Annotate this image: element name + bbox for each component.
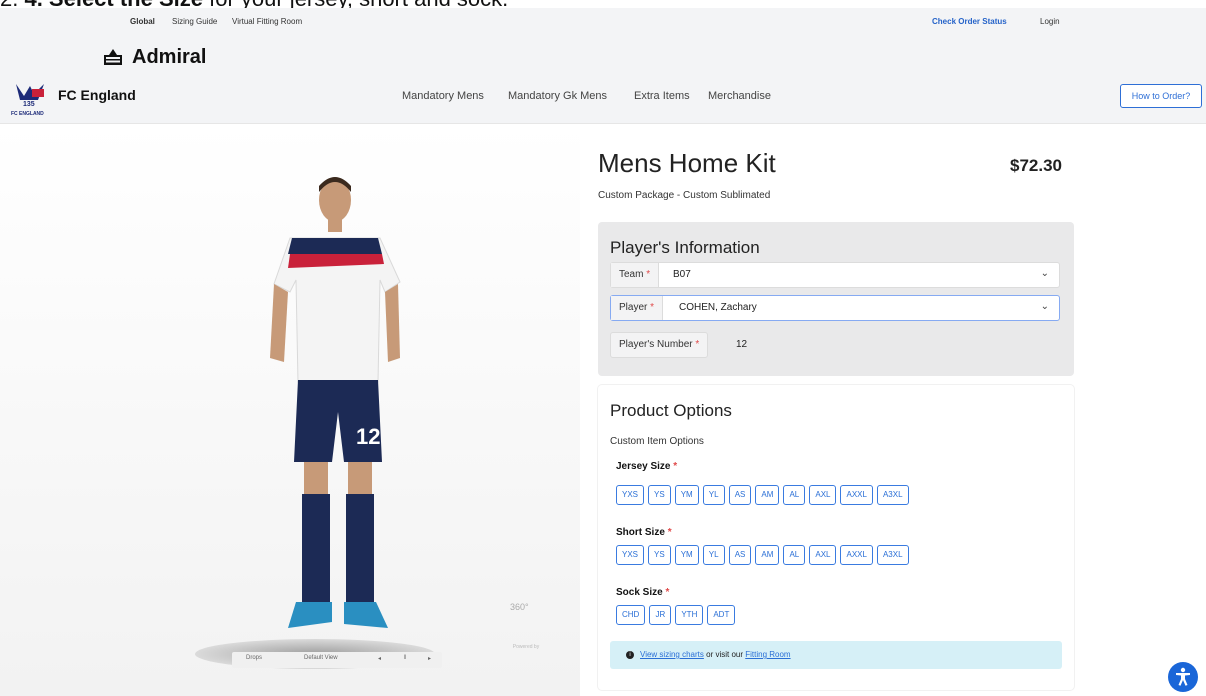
- login-link[interactable]: Login: [1040, 17, 1060, 26]
- product-price: $72.30: [1010, 156, 1062, 175]
- team-label: Team *: [611, 263, 660, 287]
- prev-icon[interactable]: ◂: [378, 655, 381, 662]
- jersey-size-ym[interactable]: YM: [674, 485, 699, 505]
- svg-text:135: 135: [23, 101, 35, 108]
- sock-size-chd[interactable]: CHD: [616, 605, 646, 625]
- jersey-size-axl[interactable]: AXL: [809, 485, 837, 505]
- alert-middle-text: or visit our: [703, 650, 746, 659]
- short-size-axxl[interactable]: AXXL: [840, 545, 873, 565]
- sock-size-yth[interactable]: YTH: [675, 605, 704, 625]
- next-icon[interactable]: ▸: [428, 655, 431, 662]
- jersey-size-a3xl[interactable]: A3XL: [876, 485, 909, 505]
- brand-row: Admiral: [0, 38, 1206, 74]
- caption-step-number: 2.: [0, 0, 24, 8]
- sock-size-options: CHD JR YTH ADT: [616, 605, 736, 625]
- jersey-size-options: YXS YS YM YL AS AM AL AXL AXXL A3XL: [616, 485, 909, 505]
- powered-by-label: Powered by: [512, 644, 540, 650]
- jersey-size-am[interactable]: AM: [755, 485, 780, 505]
- short-size-ys[interactable]: YS: [648, 545, 671, 565]
- club-crest-icon[interactable]: 135 FC ENGLAND: [10, 80, 52, 118]
- sizing-info-alert: i View sizing charts or visit our Fitting…: [610, 641, 1062, 669]
- short-size-ym[interactable]: YM: [674, 545, 699, 565]
- short-size-as[interactable]: AS: [728, 545, 752, 565]
- product-options-heading: Product Options: [610, 401, 732, 420]
- jersey-size-ys[interactable]: YS: [648, 485, 671, 505]
- product-title: Mens Home Kit: [598, 148, 776, 178]
- player-number-field: Player's Number * 12: [610, 332, 1060, 358]
- jersey-size-as[interactable]: AS: [728, 485, 752, 505]
- short-size-al[interactable]: AL: [783, 545, 806, 565]
- jersey-size-axxl[interactable]: AXXL: [840, 485, 873, 505]
- custom-item-options-label: Custom Item Options: [610, 436, 704, 447]
- admiral-logo-icon: [104, 49, 122, 65]
- team-select[interactable]: Team * B07 ⌄: [610, 262, 1060, 288]
- virtual-fitting-room-link[interactable]: Virtual Fitting Room: [232, 17, 302, 26]
- player-number-label: Player's Number *: [610, 332, 709, 358]
- product-options-panel: Product Options Custom Item Options Jers…: [598, 385, 1074, 690]
- player-value: COHEN, Zachary: [679, 302, 757, 313]
- caption-rest-text: for your jersey, short and sock.: [203, 0, 508, 8]
- product-3d-viewer[interactable]: 12 360° Powered by: [0, 124, 580, 696]
- short-size-a3xl[interactable]: A3XL: [876, 545, 909, 565]
- how-to-order-button[interactable]: How to Order?: [1120, 84, 1202, 108]
- pause-icon[interactable]: ‖: [404, 655, 406, 661]
- accessibility-button[interactable]: [1168, 662, 1198, 692]
- global-link[interactable]: Global: [130, 17, 155, 26]
- club-name[interactable]: FC England: [58, 87, 136, 103]
- team-value: B07: [673, 269, 691, 280]
- instruction-caption: 2. 4. Select the Size for your jersey, s…: [0, 0, 1206, 8]
- short-size-yxs[interactable]: YXS: [616, 545, 645, 565]
- chevron-down-icon: ⌄: [1040, 268, 1049, 279]
- jersey-size-label: Jersey Size *: [616, 461, 678, 472]
- sizing-guide-link[interactable]: Sizing Guide: [172, 17, 217, 26]
- caption-bold-text: 4. Select the Size: [24, 0, 203, 8]
- jersey-size-al[interactable]: AL: [783, 485, 806, 505]
- player-number-value: 12: [736, 339, 748, 350]
- short-size-axl[interactable]: AXL: [809, 545, 837, 565]
- chevron-down-icon: ⌄: [1040, 301, 1049, 312]
- viewer-controls: Drops Default View ◂ ‖ ▸: [232, 652, 442, 668]
- player-information-panel: Player's Information Team * B07 ⌄ Player…: [598, 222, 1074, 376]
- svg-text:FC ENGLAND: FC ENGLAND: [11, 111, 44, 117]
- drops-button[interactable]: Drops: [246, 655, 262, 661]
- player-info-heading: Player's Information: [610, 238, 760, 257]
- sock-size-adt[interactable]: ADT: [707, 605, 736, 625]
- player-model-image: 12: [270, 177, 401, 628]
- jersey-size-yxs[interactable]: YXS: [616, 485, 645, 505]
- check-order-status-link[interactable]: Check Order Status: [932, 17, 1007, 26]
- admiral-logo-text[interactable]: Admiral: [132, 46, 206, 69]
- nav-merchandise[interactable]: Merchandise: [708, 90, 771, 102]
- player-select[interactable]: Player * COHEN, Zachary ⌄: [610, 295, 1060, 321]
- fitting-room-link[interactable]: Fitting Room: [745, 650, 790, 659]
- nav-mandatory-gk-mens[interactable]: Mandatory Gk Mens: [508, 90, 607, 102]
- nav-extra-items[interactable]: Extra Items: [634, 90, 690, 102]
- view-sizing-charts-link[interactable]: View sizing charts: [640, 650, 704, 659]
- short-size-yl[interactable]: YL: [702, 545, 725, 565]
- player-label: Player *: [611, 296, 664, 320]
- short-size-options: YXS YS YM YL AS AM AL AXL AXXL A3XL: [616, 545, 909, 565]
- jersey-size-yl[interactable]: YL: [702, 485, 725, 505]
- short-size-am[interactable]: AM: [755, 545, 780, 565]
- product-subtitle: Custom Package - Custom Sublimated: [598, 190, 771, 201]
- nav-mandatory-mens[interactable]: Mandatory Mens: [402, 90, 484, 102]
- default-view-button[interactable]: Default View: [304, 655, 338, 661]
- info-icon: i: [626, 650, 634, 659]
- sock-size-jr[interactable]: JR: [649, 605, 672, 625]
- club-navbar: 135 FC ENGLAND FC England Mandatory Mens…: [0, 74, 1206, 124]
- svg-text:12: 12: [356, 424, 380, 449]
- accessibility-icon: [1176, 667, 1190, 686]
- top-utility-bar: Global Sizing Guide Virtual Fitting Room…: [0, 8, 1206, 38]
- short-size-label: Short Size *: [616, 527, 672, 538]
- rotate-360-icon[interactable]: 360°: [510, 602, 529, 612]
- sock-size-label: Sock Size *: [616, 587, 670, 598]
